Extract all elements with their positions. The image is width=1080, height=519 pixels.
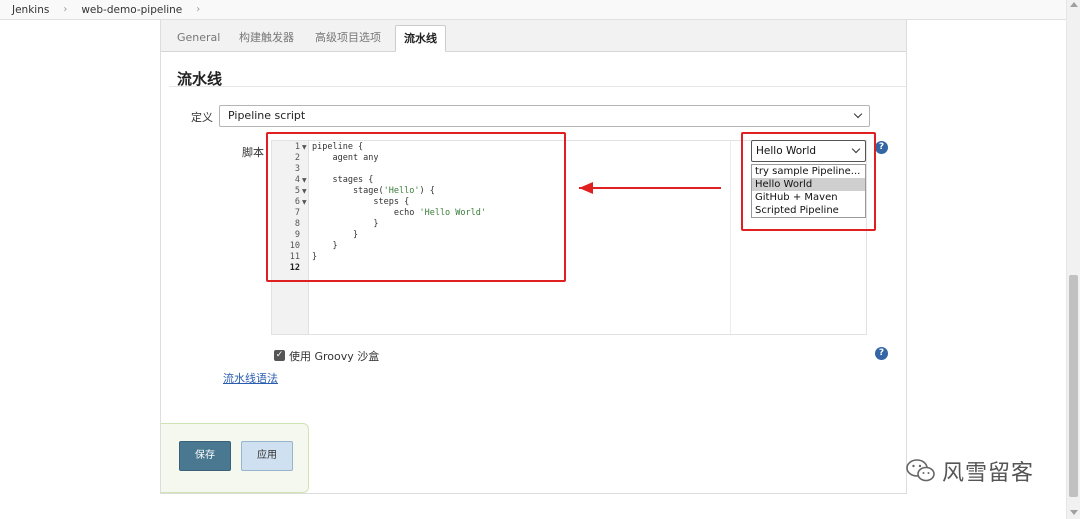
- annotation-arrow-line: [579, 187, 721, 189]
- definition-select[interactable]: Pipeline script: [219, 105, 870, 127]
- scroll-up-icon[interactable]: [1070, 2, 1078, 7]
- tab-general[interactable]: General: [169, 25, 228, 52]
- help-icon[interactable]: ?: [875, 347, 888, 360]
- tab-pipeline[interactable]: 流水线: [395, 25, 446, 52]
- scroll-thumb[interactable]: [1069, 275, 1078, 497]
- sandbox-label: 使用 Groovy 沙盒: [289, 350, 380, 363]
- annotation-code-box: [266, 132, 566, 282]
- script-label: 脚本: [242, 146, 264, 159]
- breadcrumb-jenkins[interactable]: Jenkins: [12, 4, 49, 16]
- form-footer: 保存 应用: [161, 423, 309, 493]
- definition-value: Pipeline script: [228, 109, 306, 122]
- breadcrumb-job[interactable]: web-demo-pipeline: [81, 4, 182, 16]
- scroll-down-icon[interactable]: [1070, 510, 1078, 515]
- title-divider: [169, 86, 906, 87]
- breadcrumb-separator-icon: ›: [196, 4, 201, 15]
- page-scrollbar[interactable]: [1066, 0, 1080, 519]
- annotation-arrow-head-icon: [579, 182, 593, 194]
- tab-advanced-options[interactable]: 高级项目选项: [307, 25, 389, 52]
- annotation-dropdown-box: [741, 132, 876, 231]
- help-icon[interactable]: ?: [875, 141, 888, 154]
- apply-button[interactable]: 应用: [241, 441, 293, 471]
- pipeline-syntax-link[interactable]: 流水线语法: [223, 370, 278, 386]
- watermark: 风雪留客: [906, 455, 1034, 487]
- sandbox-checkbox[interactable]: ✓: [274, 350, 285, 361]
- breadcrumb: Jenkins › web-demo-pipeline ›: [0, 0, 1080, 20]
- tab-bar: General 构建触发器 高级项目选项 流水线: [161, 20, 906, 52]
- watermark-text: 风雪留客: [942, 461, 1035, 486]
- save-button[interactable]: 保存: [179, 441, 231, 471]
- breadcrumb-separator-icon: ›: [63, 4, 68, 15]
- definition-label: 定义: [191, 111, 213, 124]
- tab-build-triggers[interactable]: 构建触发器: [231, 25, 302, 52]
- config-panel: General 构建触发器 高级项目选项 流水线 流水线 定义 Pipeline…: [160, 20, 907, 494]
- wechat-icon: [906, 459, 935, 482]
- chevron-down-icon: [853, 109, 863, 119]
